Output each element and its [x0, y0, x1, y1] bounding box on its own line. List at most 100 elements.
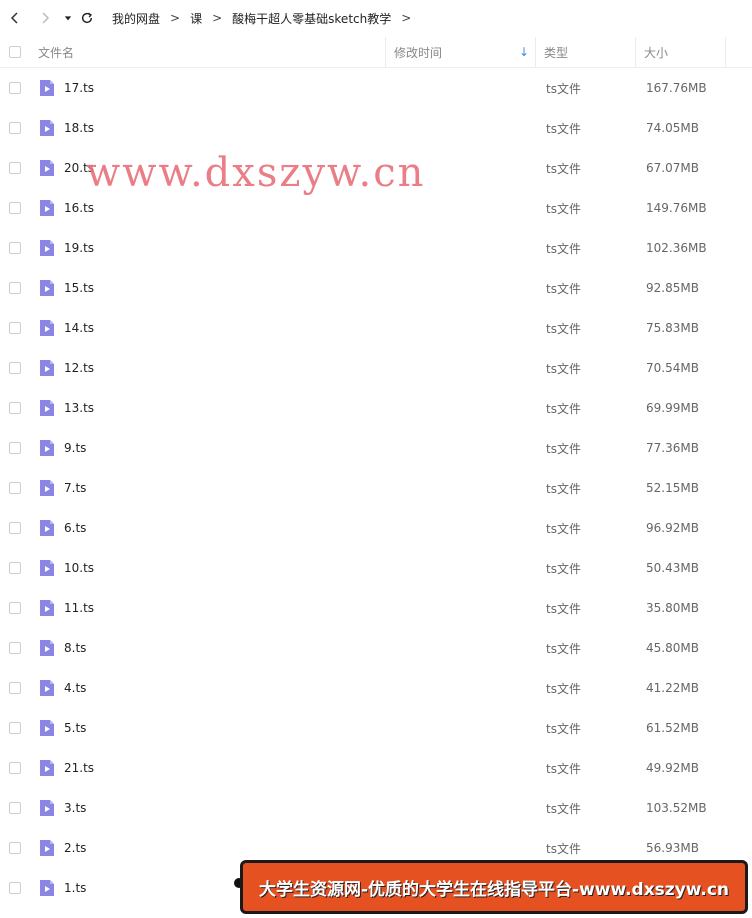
row-check-cell — [0, 108, 30, 148]
column-header-label: 文件名 — [38, 45, 75, 60]
row-checkbox[interactable] — [9, 122, 21, 134]
file-row[interactable]: 12.ts ts文件 70.54MB — [0, 348, 752, 388]
file-row[interactable]: 17.ts ts文件 167.76MB — [0, 68, 752, 108]
video-file-icon-graphic — [40, 280, 54, 296]
video-file-icon-graphic — [40, 560, 54, 576]
file-name[interactable]: 11.ts — [62, 601, 388, 615]
file-size: 96.92MB — [646, 521, 699, 535]
row-checkbox[interactable] — [9, 242, 21, 254]
row-checkbox[interactable] — [9, 322, 21, 334]
file-name[interactable]: 8.ts — [62, 641, 388, 655]
video-file-icon-graphic — [40, 680, 54, 696]
file-name[interactable]: 6.ts — [62, 521, 388, 535]
breadcrumb-item[interactable]: 酸梅干超人零基础sketch教学 — [230, 10, 393, 27]
refresh-button[interactable] — [76, 0, 98, 36]
row-checkbox[interactable] — [9, 642, 21, 654]
row-checkbox[interactable] — [9, 362, 21, 374]
video-file-icon — [32, 879, 62, 897]
column-header-name[interactable]: 文件名 — [30, 37, 386, 67]
back-button[interactable] — [0, 0, 30, 36]
row-checkbox[interactable] — [9, 602, 21, 614]
file-size: 149.76MB — [646, 201, 707, 215]
row-checkbox[interactable] — [9, 82, 21, 94]
file-type: ts文件 — [546, 161, 581, 176]
video-file-icon-graphic — [40, 160, 54, 176]
video-file-icon-graphic — [40, 640, 54, 656]
file-row[interactable]: 9.ts ts文件 77.36MB — [0, 428, 752, 468]
row-check-cell — [0, 588, 30, 628]
row-checkbox[interactable] — [9, 482, 21, 494]
file-name[interactable]: 21.ts — [62, 761, 388, 775]
file-name[interactable]: 4.ts — [62, 681, 388, 695]
row-checkbox[interactable] — [9, 882, 21, 894]
row-check-cell — [0, 148, 30, 188]
file-name[interactable]: 2.ts — [62, 841, 388, 855]
row-check-cell — [0, 788, 30, 828]
file-row[interactable]: 19.ts ts文件 102.36MB — [0, 228, 752, 268]
file-name[interactable]: 9.ts — [62, 441, 388, 455]
file-row[interactable]: 11.ts ts文件 35.80MB — [0, 588, 752, 628]
row-checkbox[interactable] — [9, 522, 21, 534]
column-header-size[interactable]: 大小 — [636, 37, 726, 67]
promo-banner[interactable]: 大学生资源网-优质的大学生在线指导平台-www.dxszyw.cn — [240, 860, 748, 914]
file-name[interactable]: 3.ts — [62, 801, 388, 815]
row-checkbox[interactable] — [9, 442, 21, 454]
file-name[interactable]: 17.ts — [62, 81, 388, 95]
file-name[interactable]: 12.ts — [62, 361, 388, 375]
breadcrumb: 我的网盘 > 课 > 酸梅干超人零基础sketch教学 > — [110, 0, 419, 36]
row-checkbox[interactable] — [9, 402, 21, 414]
file-name[interactable]: 10.ts — [62, 561, 388, 575]
file-size: 45.80MB — [646, 641, 699, 655]
file-size: 67.07MB — [646, 161, 699, 175]
row-check-cell — [0, 668, 30, 708]
breadcrumb-separator: > — [212, 11, 223, 25]
file-row[interactable]: 15.ts ts文件 92.85MB — [0, 268, 752, 308]
file-row[interactable]: 6.ts ts文件 96.92MB — [0, 508, 752, 548]
column-header-type[interactable]: 类型 — [536, 37, 636, 67]
file-row[interactable]: 21.ts ts文件 49.92MB — [0, 748, 752, 788]
row-checkbox[interactable] — [9, 802, 21, 814]
video-file-icon — [32, 79, 62, 97]
file-name[interactable]: 13.ts — [62, 401, 388, 415]
column-header-modified[interactable]: 修改时间 ↓ — [386, 37, 536, 67]
file-row[interactable]: 10.ts ts文件 50.43MB — [0, 548, 752, 588]
forward-button[interactable] — [30, 0, 60, 36]
file-row[interactable]: 18.ts ts文件 74.05MB — [0, 108, 752, 148]
history-dropdown-button[interactable] — [60, 0, 76, 36]
file-size: 50.43MB — [646, 561, 699, 575]
row-checkbox[interactable] — [9, 282, 21, 294]
file-name[interactable]: 19.ts — [62, 241, 388, 255]
file-name[interactable]: 7.ts — [62, 481, 388, 495]
row-checkbox[interactable] — [9, 762, 21, 774]
row-checkbox[interactable] — [9, 682, 21, 694]
row-checkbox[interactable] — [9, 842, 21, 854]
file-row[interactable]: 13.ts ts文件 69.99MB — [0, 388, 752, 428]
file-row[interactable]: 5.ts ts文件 61.52MB — [0, 708, 752, 748]
row-checkbox[interactable] — [9, 162, 21, 174]
breadcrumb-item[interactable]: 课 — [188, 10, 204, 27]
file-name[interactable]: 18.ts — [62, 121, 388, 135]
file-row[interactable]: 4.ts ts文件 41.22MB — [0, 668, 752, 708]
breadcrumb-separator: > — [401, 11, 412, 25]
file-name[interactable]: 16.ts — [62, 201, 388, 215]
video-file-icon — [32, 639, 62, 657]
file-name[interactable]: 14.ts — [62, 321, 388, 335]
toolbar: 我的网盘 > 课 > 酸梅干超人零基础sketch教学 > — [0, 0, 752, 36]
row-checkbox[interactable] — [9, 722, 21, 734]
row-checkbox[interactable] — [9, 202, 21, 214]
file-type: ts文件 — [546, 761, 581, 776]
select-all-checkbox[interactable] — [9, 46, 21, 58]
file-name[interactable]: 5.ts — [62, 721, 388, 735]
file-row[interactable]: 14.ts ts文件 75.83MB — [0, 308, 752, 348]
file-size: 103.52MB — [646, 801, 707, 815]
video-file-icon — [32, 119, 62, 137]
breadcrumb-item[interactable]: 我的网盘 — [110, 10, 162, 27]
file-name[interactable]: 15.ts — [62, 281, 388, 295]
file-row[interactable]: 8.ts ts文件 45.80MB — [0, 628, 752, 668]
refresh-icon — [81, 12, 93, 24]
file-row[interactable]: 3.ts ts文件 103.52MB — [0, 788, 752, 828]
breadcrumb-separator: > — [170, 11, 181, 25]
row-checkbox[interactable] — [9, 562, 21, 574]
file-row[interactable]: 7.ts ts文件 52.15MB — [0, 468, 752, 508]
row-check-cell — [0, 68, 30, 108]
